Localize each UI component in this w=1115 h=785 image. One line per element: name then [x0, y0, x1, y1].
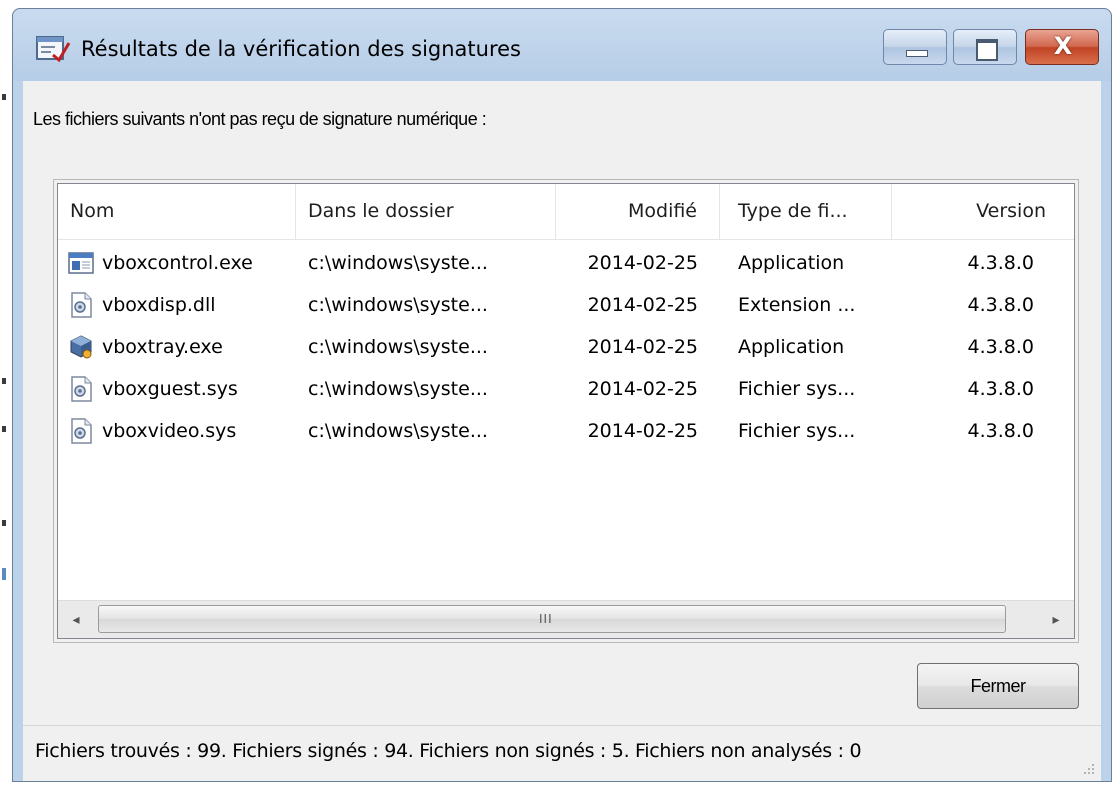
file-name: vboxguest.sys — [102, 378, 238, 400]
file-version: 4.3.8.0 — [967, 252, 1034, 274]
file-name: vboxdisp.dll — [102, 294, 216, 316]
list-row[interactable]: vboxguest.sys c:\windows\syste... 2014-0… — [58, 368, 1074, 410]
system-file-icon — [71, 376, 92, 402]
column-header-type[interactable]: Type de fi... — [720, 184, 892, 239]
unsigned-files-list[interactable]: Nom Dans le dossier Modifié Type de fi..… — [57, 183, 1075, 639]
file-folder: c:\windows\syste... — [308, 336, 488, 358]
file-version: 4.3.8.0 — [967, 378, 1034, 400]
signature-check-icon — [36, 36, 71, 63]
file-name: vboxtray.exe — [102, 336, 223, 358]
column-header-folder[interactable]: Dans le dossier — [296, 184, 556, 239]
virtualbox-cube-icon — [70, 335, 92, 359]
application-window-icon — [68, 252, 94, 274]
horizontal-scrollbar[interactable]: ◂ III ▸ — [58, 600, 1074, 638]
list-row[interactable]: vboxcontrol.exe c:\windows\syste... 2014… — [58, 242, 1074, 284]
scrollbar-thumb[interactable]: III — [98, 605, 1006, 633]
status-bar: Fichiers trouvés : 99. Fichiers signés :… — [23, 725, 1101, 781]
scrollbar-grip-icon: III — [539, 612, 553, 626]
column-header-name[interactable]: Nom — [58, 184, 296, 239]
list-row[interactable]: vboxvideo.sys c:\windows\syste... 2014-0… — [58, 410, 1074, 452]
file-modified: 2014-02-25 — [587, 420, 698, 442]
scroll-left-icon[interactable]: ◂ — [58, 601, 94, 638]
list-row[interactable]: vboxdisp.dll c:\windows\syste... 2014-02… — [58, 284, 1074, 326]
scroll-right-icon[interactable]: ▸ — [1038, 601, 1074, 638]
file-modified: 2014-02-25 — [587, 378, 698, 400]
file-version: 4.3.8.0 — [967, 294, 1034, 316]
file-folder: c:\windows\syste... — [308, 252, 488, 274]
file-folder: c:\windows\syste... — [308, 420, 488, 442]
list-header: Nom Dans le dossier Modifié Type de fi..… — [58, 184, 1074, 240]
file-folder: c:\windows\syste... — [308, 294, 488, 316]
resize-grip-icon[interactable] — [1081, 761, 1095, 775]
fermer-button[interactable]: Fermer — [917, 663, 1079, 709]
dialog-client-area: Les fichiers suivants n'ont pas reçu de … — [23, 81, 1101, 725]
maximize-icon — [976, 39, 998, 61]
file-type: Fichier sys... — [738, 378, 856, 400]
file-version: 4.3.8.0 — [967, 336, 1034, 358]
file-folder: c:\windows\syste... — [308, 378, 488, 400]
file-modified: 2014-02-25 — [587, 294, 698, 316]
caption-buttons: X — [883, 29, 1099, 67]
status-summary: Fichiers trouvés : 99. Fichiers signés :… — [35, 740, 862, 762]
desktop-edge-marks — [0, 0, 12, 785]
file-name: vboxcontrol.exe — [102, 252, 253, 274]
column-header-version[interactable]: Version — [892, 184, 1074, 239]
file-type: Extension ... — [738, 294, 856, 316]
file-type: Fichier sys... — [738, 420, 856, 442]
window-title: Résultats de la vérification des signatu… — [81, 37, 521, 61]
title-bar[interactable]: Résultats de la vérification des signatu… — [13, 9, 1111, 81]
file-version: 4.3.8.0 — [967, 420, 1034, 442]
file-modified: 2014-02-25 — [587, 336, 698, 358]
minimize-icon — [906, 50, 928, 57]
file-name: vboxvideo.sys — [102, 420, 237, 442]
column-header-modified[interactable]: Modifié — [556, 184, 720, 239]
system-file-icon — [71, 292, 92, 318]
minimize-button[interactable] — [883, 29, 947, 65]
file-modified: 2014-02-25 — [587, 252, 698, 274]
file-type: Application — [738, 336, 845, 358]
signature-results-window: Résultats de la vérification des signatu… — [12, 8, 1112, 782]
close-window-button[interactable]: X — [1025, 29, 1099, 65]
unsigned-files-message: Les fichiers suivants n'ont pas reçu de … — [33, 109, 487, 129]
desktop-background: Résultats de la vérification des signatu… — [0, 0, 1115, 785]
close-icon: X — [1053, 32, 1073, 60]
maximize-button[interactable] — [953, 29, 1017, 65]
list-row[interactable]: vboxtray.exe c:\windows\syste... 2014-02… — [58, 326, 1074, 368]
file-type: Application — [738, 252, 845, 274]
system-file-icon — [71, 418, 92, 444]
